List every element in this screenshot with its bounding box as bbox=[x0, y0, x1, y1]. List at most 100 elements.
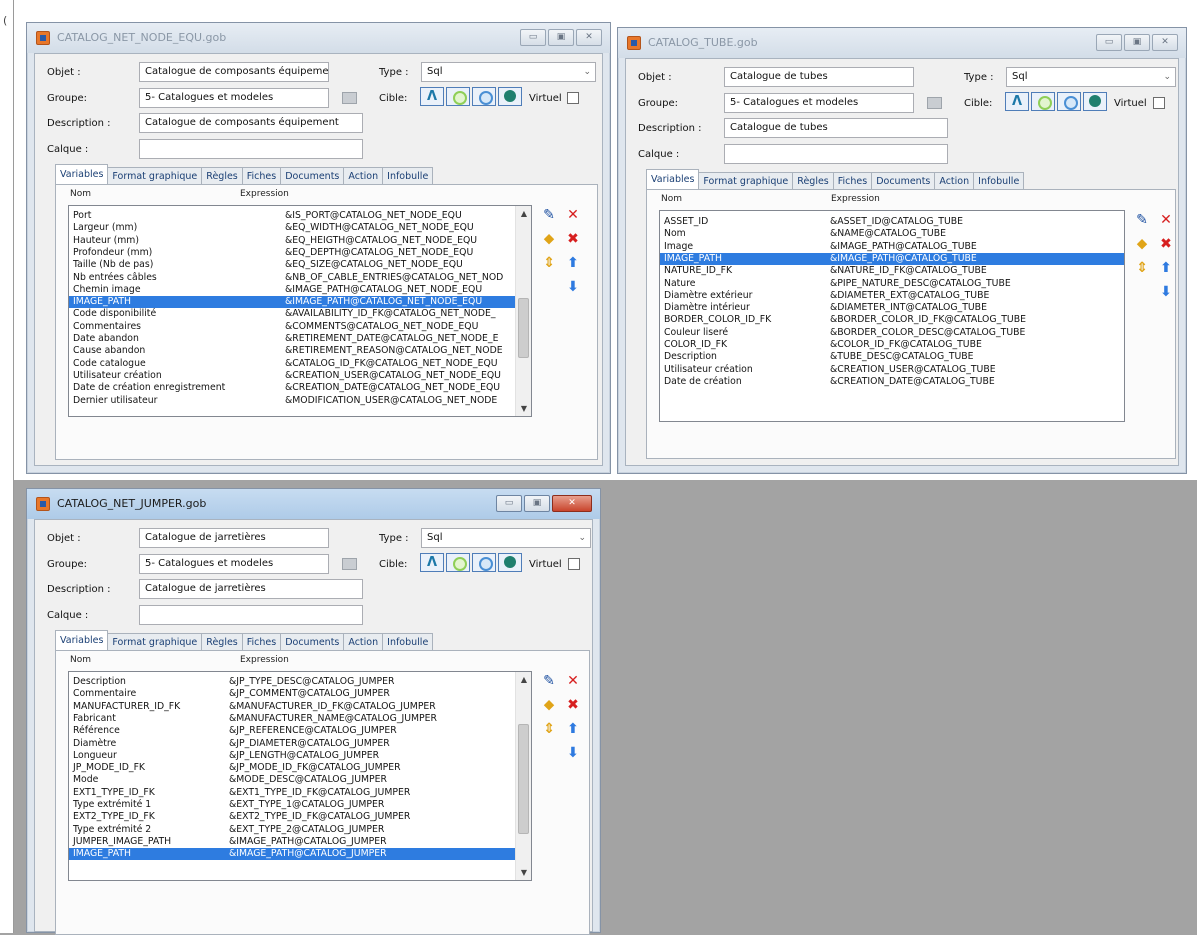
move-icon[interactable]: ⇕ bbox=[538, 719, 560, 739]
move-down-icon[interactable]: ⬇ bbox=[562, 277, 584, 297]
move-icon[interactable]: ⇕ bbox=[1131, 258, 1153, 278]
list-item[interactable]: Diamètre &JP_DIAMETER@CATALOG_JUMPER bbox=[69, 738, 516, 750]
tab-fiches[interactable]: Fiches bbox=[832, 172, 873, 190]
calque-field[interactable] bbox=[139, 139, 363, 159]
type-select[interactable]: Sql ⌄ bbox=[1006, 67, 1176, 87]
minimize-button[interactable]: ▭ bbox=[496, 495, 522, 512]
delete-icon[interactable]: ✕ bbox=[1155, 210, 1177, 230]
variables-list[interactable]: Description &JP_TYPE_DESC@CATALOG_JUMPER C… bbox=[68, 671, 532, 881]
list-item[interactable]: Type extrémité 1 &EXT_TYPE_1@CATALOG_JUMP… bbox=[69, 799, 516, 811]
list-item[interactable]: JUMPER_IMAGE_PATH &IMAGE_PATH@CATALOG_JUM… bbox=[69, 836, 516, 848]
browse-icon[interactable] bbox=[927, 97, 942, 109]
virtuel-checkbox[interactable] bbox=[1153, 97, 1165, 109]
move-icon[interactable]: ⇕ bbox=[538, 253, 560, 273]
delete-all-icon[interactable]: ✖ bbox=[1155, 234, 1177, 254]
cible-globe-icon[interactable] bbox=[498, 553, 522, 572]
list-item[interactable]: Date de création &CREATION_DATE@CATALOG_T… bbox=[660, 376, 1124, 388]
list-item[interactable]: Date de création enregistrement &CREATION… bbox=[69, 382, 516, 394]
insert-icon[interactable]: ⬥ bbox=[1131, 234, 1153, 254]
variables-list[interactable]: Port &IS_PORT@CATALOG_NET_NODE_EQU Largeur… bbox=[68, 205, 532, 417]
tab-format-graphique[interactable]: Format graphique bbox=[107, 633, 203, 651]
tab-format-graphique[interactable]: Format graphique bbox=[107, 167, 203, 185]
list-item[interactable]: IMAGE_PATH &IMAGE_PATH@CATALOG_NET_NODE_E… bbox=[69, 296, 516, 309]
groupe-field[interactable]: 5- Catalogues et modeles bbox=[139, 88, 329, 108]
maximize-button[interactable]: ▣ bbox=[548, 29, 574, 46]
delete-all-icon[interactable]: ✖ bbox=[562, 229, 584, 249]
move-down-icon[interactable]: ⬇ bbox=[1155, 282, 1177, 302]
insert-icon[interactable]: ⬥ bbox=[538, 695, 560, 715]
groupe-field[interactable]: 5- Catalogues et modeles bbox=[724, 93, 914, 113]
move-up-icon[interactable]: ⬆ bbox=[1155, 258, 1177, 278]
virtuel-checkbox[interactable] bbox=[567, 92, 579, 104]
close-button[interactable]: ✕ bbox=[552, 495, 592, 512]
type-select[interactable]: Sql ⌄ bbox=[421, 528, 591, 548]
title-bar[interactable]: CATALOG_TUBE.gob ▭ ▣ ✕ bbox=[618, 28, 1186, 58]
list-item[interactable]: Mode &MODE_DESC@CATALOG_JUMPER bbox=[69, 774, 516, 786]
edit-icon[interactable]: ✎ bbox=[538, 205, 560, 225]
list-item[interactable]: EXT2_TYPE_ID_FK &EXT2_TYPE_ID_FK@CATALOG_… bbox=[69, 811, 516, 823]
list-item[interactable]: Type extrémité 2 &EXT_TYPE_2@CATALOG_JUMP… bbox=[69, 824, 516, 836]
cible-globe-icon[interactable] bbox=[498, 87, 522, 106]
tab-action[interactable]: Action bbox=[934, 172, 975, 190]
list-item[interactable]: IMAGE_PATH &IMAGE_PATH@CATALOG_JUMPER bbox=[69, 848, 516, 861]
objet-field[interactable]: Catalogue de tubes bbox=[724, 67, 914, 87]
scroll-thumb[interactable] bbox=[518, 298, 529, 358]
list-item[interactable]: Cause abandon &RETIREMENT_REASON@CATALOG_… bbox=[69, 345, 516, 357]
cible-blue-circle-icon[interactable] bbox=[1057, 92, 1081, 111]
tab-action[interactable]: Action bbox=[343, 633, 384, 651]
edit-icon[interactable]: ✎ bbox=[1131, 210, 1153, 230]
tab-documents[interactable]: Documents bbox=[871, 172, 936, 190]
list-item[interactable]: Commentaire &JP_COMMENT@CATALOG_JUMPER bbox=[69, 688, 516, 700]
list-item[interactable]: Fabricant &MANUFACTURER_NAME@CATALOG_JUMP… bbox=[69, 713, 516, 725]
window-catalog-tube[interactable]: CATALOG_TUBE.gob ▭ ▣ ✕ Objet : Catalogue… bbox=[617, 27, 1187, 474]
list-item[interactable]: JP_MODE_ID_FK &JP_MODE_ID_FK@CATALOG_JUMP… bbox=[69, 762, 516, 774]
tab-variables[interactable]: Variables bbox=[55, 630, 109, 651]
list-item[interactable]: Utilisateur création &CREATION_USER@CATAL… bbox=[660, 364, 1124, 376]
insert-icon[interactable]: ⬥ bbox=[538, 229, 560, 249]
groupe-field[interactable]: 5- Catalogues et modeles bbox=[139, 554, 329, 574]
cible-green-circle-icon[interactable] bbox=[1031, 92, 1055, 111]
tab-fiches[interactable]: Fiches bbox=[241, 167, 282, 185]
title-bar[interactable]: CATALOG_NET_NODE_EQU.gob ▭ ▣ ✕ bbox=[27, 23, 610, 53]
minimize-button[interactable]: ▭ bbox=[1096, 34, 1122, 51]
close-button[interactable]: ✕ bbox=[1152, 34, 1178, 51]
list-item[interactable]: Nature &PIPE_NATURE_DESC@CATALOG_TUBE bbox=[660, 278, 1124, 290]
list-item[interactable]: Taille (Nb de pas) &EQ_SIZE@CATALOG_NET_N… bbox=[69, 259, 516, 271]
tab-infobulle[interactable]: Infobulle bbox=[382, 633, 434, 651]
delete-all-icon[interactable]: ✖ bbox=[562, 695, 584, 715]
list-item[interactable]: Chemin image &IMAGE_PATH@CATALOG_NET_NODE… bbox=[69, 284, 516, 296]
maximize-button[interactable]: ▣ bbox=[1124, 34, 1150, 51]
list-item[interactable]: MANUFACTURER_ID_FK &MANUFACTURER_ID_FK@CA… bbox=[69, 701, 516, 713]
move-up-icon[interactable]: ⬆ bbox=[562, 719, 584, 739]
scroll-down-icon[interactable]: ▼ bbox=[516, 401, 531, 416]
objet-field[interactable]: Catalogue de jarretières bbox=[139, 528, 329, 548]
cible-green-circle-icon[interactable] bbox=[446, 87, 470, 106]
list-item[interactable]: NATURE_ID_FK &NATURE_ID_FK@CATALOG_TUBE bbox=[660, 265, 1124, 277]
scroll-up-icon[interactable]: ▲ bbox=[516, 206, 531, 221]
tab-regles[interactable]: Règles bbox=[201, 633, 243, 651]
list-item[interactable]: Diamètre extérieur &DIAMETER_EXT@CATALOG_… bbox=[660, 290, 1124, 302]
window-catalog-net-node-equ[interactable]: CATALOG_NET_NODE_EQU.gob ▭ ▣ ✕ Objet : C… bbox=[26, 22, 611, 474]
calque-field[interactable] bbox=[139, 605, 363, 625]
cible-line-icon[interactable]: Λ bbox=[1005, 92, 1029, 111]
browse-icon[interactable] bbox=[342, 92, 357, 104]
list-item[interactable]: Nom &NAME@CATALOG_TUBE bbox=[660, 228, 1124, 240]
list-item[interactable]: Description &TUBE_DESC@CATALOG_TUBE bbox=[660, 351, 1124, 363]
tab-infobulle[interactable]: Infobulle bbox=[973, 172, 1025, 190]
browse-icon[interactable] bbox=[342, 558, 357, 570]
delete-icon[interactable]: ✕ bbox=[562, 205, 584, 225]
scroll-thumb[interactable] bbox=[518, 724, 529, 834]
window-catalog-net-jumper[interactable]: CATALOG_NET_JUMPER.gob ▭ ▣ ✕ Objet : Cat… bbox=[26, 488, 601, 935]
delete-icon[interactable]: ✕ bbox=[562, 671, 584, 691]
tab-variables[interactable]: Variables bbox=[646, 169, 700, 190]
list-item[interactable]: Diamètre intérieur &DIAMETER_INT@CATALOG_… bbox=[660, 302, 1124, 314]
tab-documents[interactable]: Documents bbox=[280, 167, 345, 185]
title-bar[interactable]: CATALOG_NET_JUMPER.gob ▭ ▣ ✕ bbox=[27, 489, 600, 519]
list-item[interactable]: Nb entrées câbles &NB_OF_CABLE_ENTRIES@CA… bbox=[69, 272, 516, 284]
tab-infobulle[interactable]: Infobulle bbox=[382, 167, 434, 185]
move-down-icon[interactable]: ⬇ bbox=[562, 743, 584, 763]
list-item[interactable]: Port &IS_PORT@CATALOG_NET_NODE_EQU bbox=[69, 210, 516, 222]
list-item[interactable]: Image &IMAGE_PATH@CATALOG_TUBE bbox=[660, 241, 1124, 253]
cible-blue-circle-icon[interactable] bbox=[472, 553, 496, 572]
list-item[interactable]: BORDER_COLOR_ID_FK &BORDER_COLOR_ID_FK@CA… bbox=[660, 314, 1124, 326]
